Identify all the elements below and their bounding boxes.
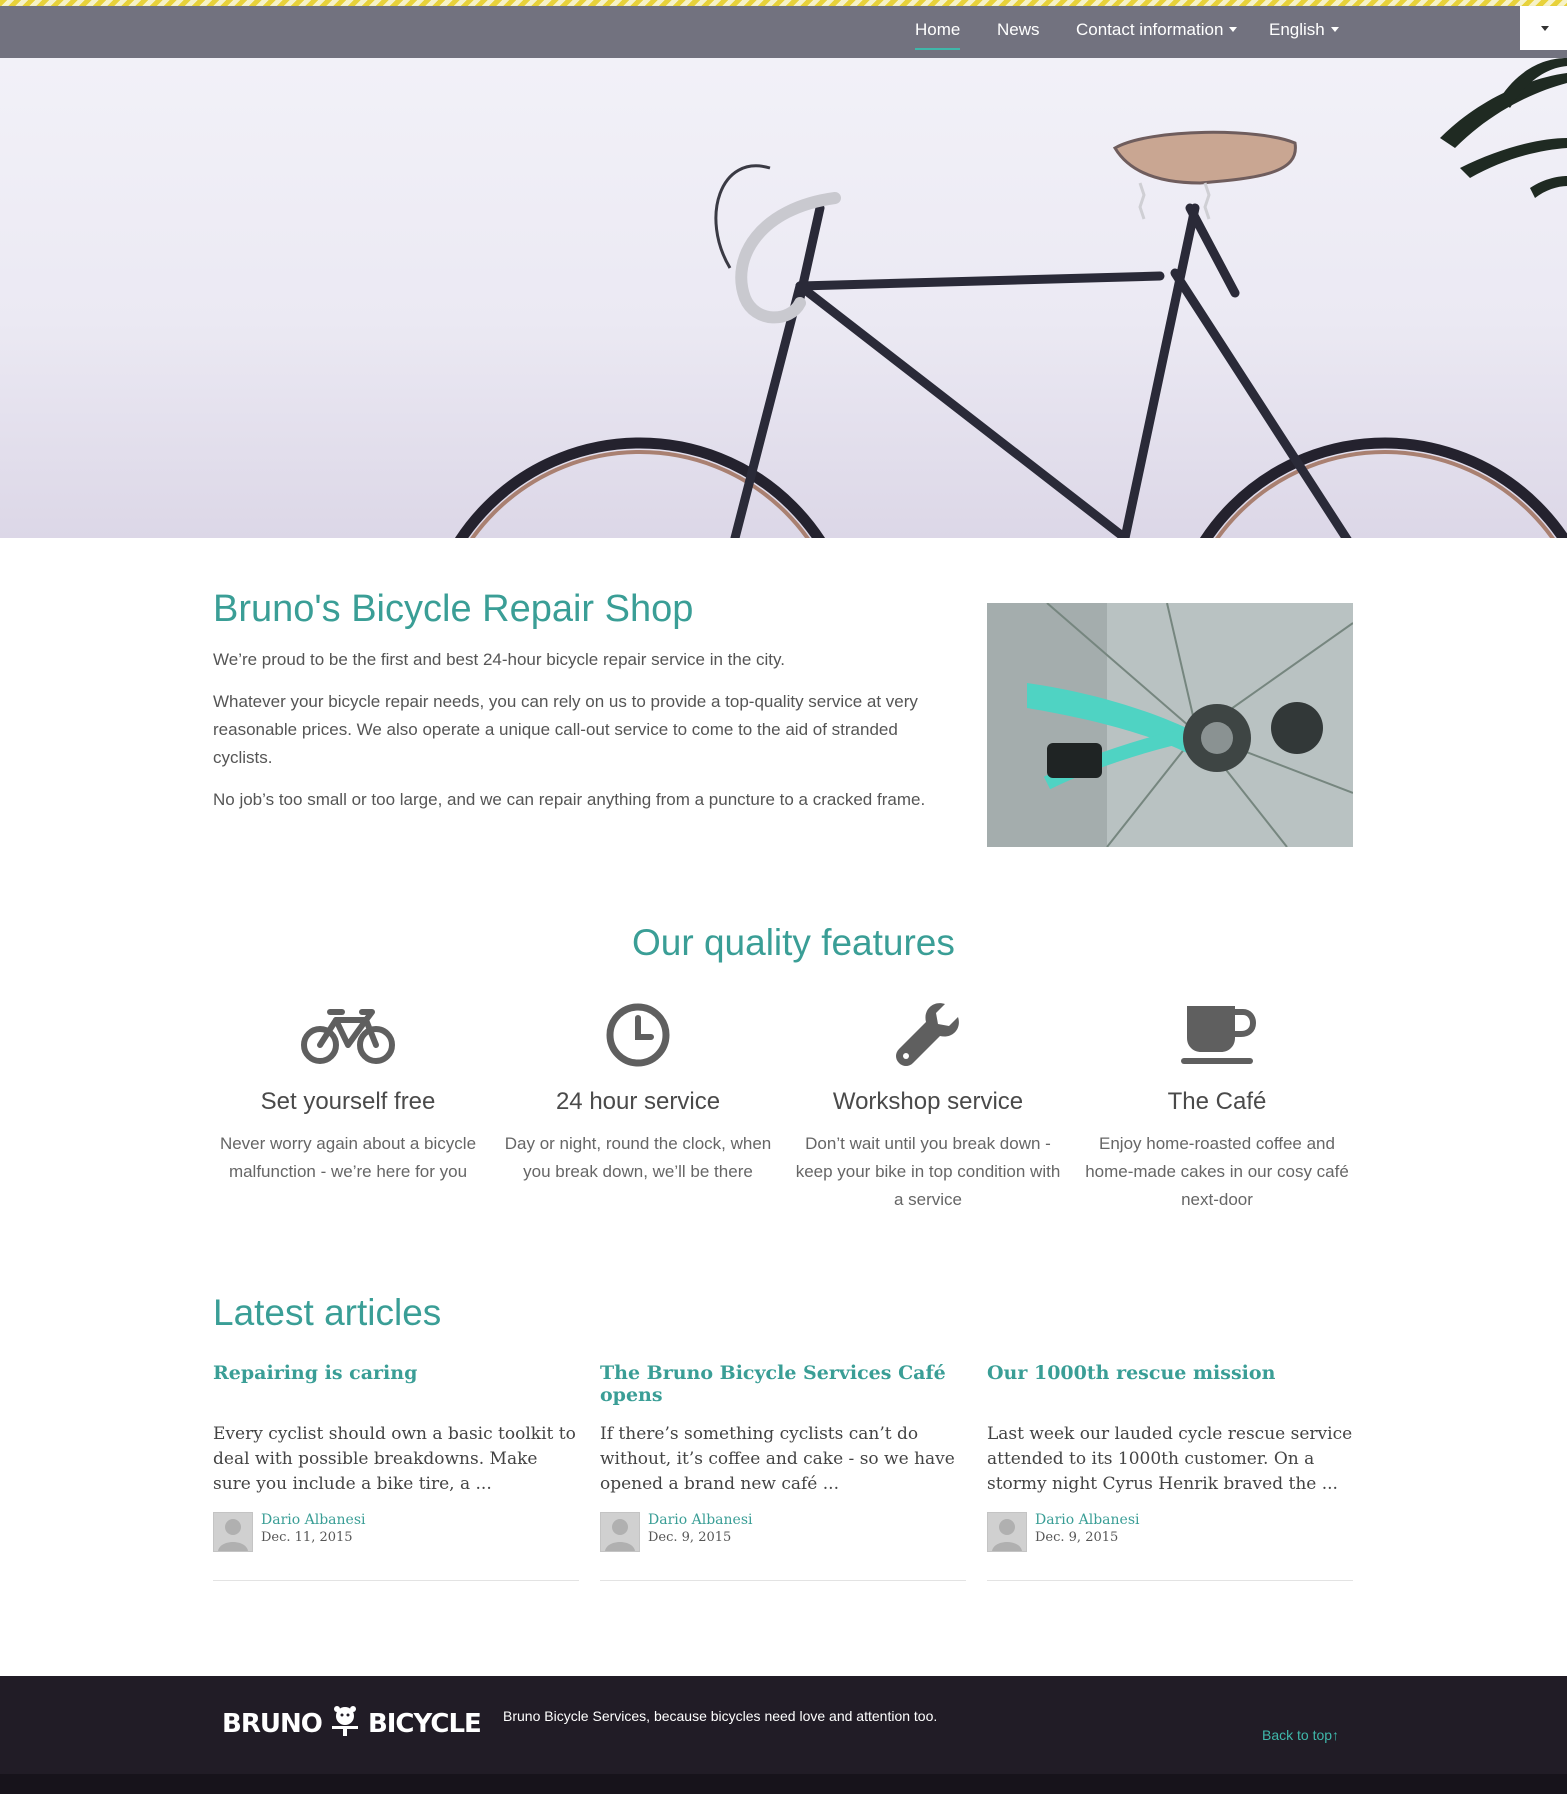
feature-set-yourself-free: Set yourself free Never worry again abou… xyxy=(213,1000,483,1186)
author-link[interactable]: Dario Albanesi xyxy=(648,1512,752,1528)
feature-the-cafe: The Café Enjoy home-roasted coffee and h… xyxy=(1082,1000,1352,1214)
logo-text-right: BICYCLE xyxy=(367,1709,482,1739)
footer-bottom-bar xyxy=(0,1774,1567,1794)
page-title: Bruno's Bicycle Repair Shop xyxy=(213,588,694,630)
nav-home[interactable]: Home xyxy=(915,20,961,50)
back-to-top-link[interactable]: Back to top↑ xyxy=(1262,1727,1339,1743)
nav-language[interactable]: English xyxy=(1269,20,1339,40)
avatar xyxy=(987,1512,1027,1552)
gear-photo-illustration xyxy=(987,603,1353,847)
user-placeholder-icon xyxy=(605,1519,635,1551)
hero-bicycle-illustration xyxy=(455,58,1567,538)
user-placeholder-icon xyxy=(218,1519,248,1551)
nav-news[interactable]: News xyxy=(997,20,1040,40)
avatar xyxy=(213,1512,253,1552)
feature-title: Workshop service xyxy=(832,1088,1024,1115)
logo-text-left: BRUNO xyxy=(222,1709,323,1739)
article-date: Dec. 9, 2015 xyxy=(648,1530,732,1545)
intro-paragraph: We’re proud to be the first and best 24-… xyxy=(213,650,785,669)
feature-title: The Café xyxy=(1167,1088,1267,1115)
hero-image xyxy=(0,58,1567,538)
nav-contact-information[interactable]: Contact information xyxy=(1076,20,1238,40)
article-title-link[interactable]: The Bruno Bicycle Services Café opens xyxy=(600,1362,966,1406)
caret-down-icon xyxy=(1229,27,1238,32)
article-card: The Bruno Bicycle Services Café opens If… xyxy=(600,1362,966,1581)
user-placeholder-icon xyxy=(992,1519,1022,1551)
article-title-link[interactable]: Repairing is caring xyxy=(213,1362,579,1384)
footer-tagline: Bruno Bicycle Services, because bicycles… xyxy=(503,1708,938,1724)
feature-text: Don’t wait until you break down - keep y… xyxy=(795,1134,1061,1209)
author-link[interactable]: Dario Albanesi xyxy=(261,1512,365,1528)
article-date: Dec. 9, 2015 xyxy=(1035,1530,1119,1545)
footer: BRUNO BICYCLE Bruno Bicycle Services, be… xyxy=(0,1676,1567,1774)
caret-down-icon xyxy=(1330,27,1339,32)
article-card: Repairing is caring Every cyclist should… xyxy=(213,1362,579,1581)
article-excerpt: Every cyclist should own a basic toolkit… xyxy=(213,1424,576,1494)
feature-text: Never worry again about a bicycle malfun… xyxy=(219,1134,477,1181)
navbar: Home News Contact information English xyxy=(0,6,1567,58)
wrench-icon xyxy=(896,1003,959,1066)
feature-text: Day or night, round the clock, when you … xyxy=(504,1134,772,1181)
article-excerpt: Last week our lauded cycle rescue servic… xyxy=(987,1424,1353,1494)
intro-paragraph: No job’s too small or too large, and we … xyxy=(213,790,926,809)
feature-24-hour-service: 24 hour service Day or night, round the … xyxy=(503,1000,773,1186)
bicycle-icon xyxy=(301,1009,395,1064)
avatar xyxy=(600,1512,640,1552)
features-title: Our quality features xyxy=(632,922,955,963)
article-card: Our 1000th rescue mission Last week our … xyxy=(987,1362,1353,1581)
feature-title: Set yourself free xyxy=(260,1088,436,1115)
brand-logo[interactable]: BRUNO BICYCLE xyxy=(222,1706,482,1739)
author-link[interactable]: Dario Albanesi xyxy=(1035,1512,1139,1528)
article-date: Dec. 11, 2015 xyxy=(261,1530,353,1545)
intro-paragraph: Whatever your bicycle repair needs, you … xyxy=(213,692,918,767)
bicycle-gear-photo xyxy=(987,603,1353,847)
clock-icon xyxy=(606,1003,670,1067)
arrow-up-icon: ↑ xyxy=(1332,1727,1340,1743)
article-title-link[interactable]: Our 1000th rescue mission xyxy=(987,1362,1353,1384)
feature-text: Enjoy home-roasted coffee and home-made … xyxy=(1085,1134,1349,1209)
dropdown-toggle-button[interactable] xyxy=(1520,6,1567,50)
caret-down-icon xyxy=(1541,26,1549,31)
articles-title: Latest articles xyxy=(213,1292,442,1333)
bear-logo-icon xyxy=(331,1706,358,1736)
feature-title: 24 hour service xyxy=(555,1088,721,1115)
feature-workshop-service: Workshop service Don’t wait until you br… xyxy=(793,1000,1063,1214)
article-excerpt: If there’s something cyclists can’t do w… xyxy=(600,1424,955,1494)
coffee-cup-icon xyxy=(1181,1006,1257,1064)
